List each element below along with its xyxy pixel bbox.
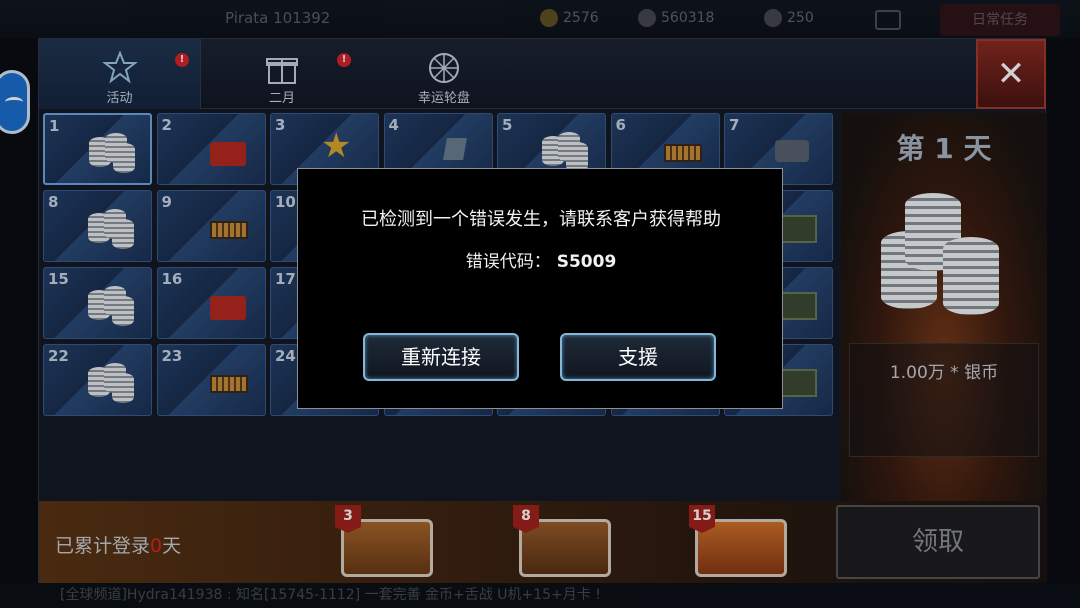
error-dialog: 已检测到一个错误发生，请联系客户获得帮助 错误代码： S5009 重新连接 支援 xyxy=(297,168,783,409)
error-code: 错误代码： S5009 xyxy=(465,252,617,272)
support-button[interactable]: 支援 xyxy=(560,333,716,381)
error-code-value: S5009 xyxy=(556,252,617,272)
reconnect-button[interactable]: 重新连接 xyxy=(363,333,519,381)
error-message: 已检测到一个错误发生，请联系客户获得帮助 xyxy=(361,209,721,230)
